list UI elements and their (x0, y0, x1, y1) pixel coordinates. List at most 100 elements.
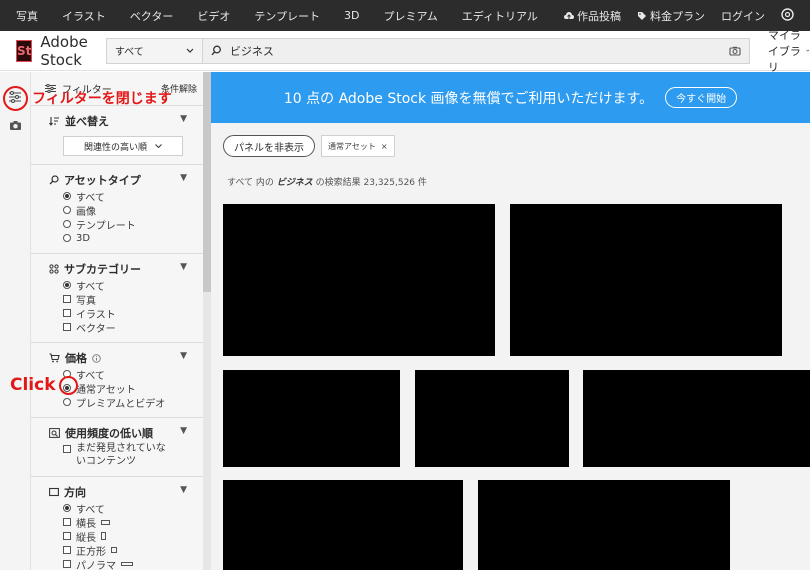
asset-type-option-images[interactable]: 画像 (49, 203, 203, 218)
subcategory-option-illustrations[interactable]: イラスト (49, 306, 203, 321)
usage-title: 使用頻度の低い順 (65, 427, 153, 440)
result-thumbnail[interactable] (415, 370, 569, 467)
adobe-stock-logo[interactable]: St (16, 39, 33, 62)
chevron-down-icon[interactable]: ▼ (180, 262, 187, 272)
checkbox[interactable] (63, 323, 71, 331)
nav-3d[interactable]: 3D (332, 9, 371, 22)
my-library-menu[interactable]: マイライブラリ (768, 27, 810, 75)
price-title: 価格 (65, 352, 87, 365)
brand-name[interactable]: Adobe Stock (40, 33, 87, 69)
chevron-down-icon[interactable]: ▼ (180, 426, 187, 436)
asset-type-section: アセットタイプ ▼ すべて 画像 テンプレート 3D (31, 165, 203, 254)
orientation-section: 方向 ▼ すべて 横長 縦長 正方形 パノラマ (31, 477, 203, 570)
header: St Adobe Stock すべて ビジネス マイライブラリ (0, 29, 810, 74)
result-thumbnail[interactable] (510, 204, 782, 356)
option-label: 横長 (76, 518, 96, 530)
checkbox[interactable] (63, 445, 71, 453)
radio-button[interactable] (63, 192, 71, 200)
orientation-option-square[interactable]: 正方形 (49, 543, 203, 558)
checkbox[interactable] (63, 295, 71, 303)
option-label: 写真 (76, 295, 96, 307)
sort-title: 並べ替え (65, 115, 109, 128)
info-icon[interactable] (92, 353, 101, 363)
free-trial-banner: 10 点の Adobe Stock 画像を無償でご利用いただけます。 今すぐ開始 (211, 72, 810, 123)
asset-type-option-all[interactable]: すべて (49, 189, 203, 204)
orientation-option-landscape[interactable]: 横長 (49, 515, 203, 530)
chevron-down-icon (806, 49, 810, 52)
result-thumbnail[interactable] (223, 370, 400, 467)
radio-button[interactable] (63, 504, 71, 512)
filter-scrollbar[interactable] (203, 72, 211, 570)
orientation-option-portrait[interactable]: 縦長 (49, 529, 203, 544)
checkbox[interactable] (63, 546, 71, 554)
filter-panel: フィルター 条件解除 並べ替え ▼ 関連性の高い順 アセットタイプ ▼ すべて … (31, 72, 211, 570)
close-icon[interactable]: × (381, 142, 388, 151)
camera-search-icon[interactable] (729, 46, 741, 56)
sort-icon (49, 117, 59, 126)
asset-type-option-3d[interactable]: 3D (49, 231, 203, 245)
visual-search-button[interactable] (4, 114, 26, 136)
nav-pricing-label: 料金プラン (650, 9, 705, 23)
search-input[interactable]: ビジネス (201, 37, 750, 64)
hide-panel-button[interactable]: パネルを非表示 (223, 135, 315, 157)
nav-templates[interactable]: テンプレート (242, 8, 332, 24)
radio-button[interactable] (63, 398, 71, 406)
option-label: イラスト (76, 309, 116, 321)
orientation-option-panorama[interactable]: パノラマ (49, 557, 203, 570)
nav-photos[interactable]: 写真 (4, 8, 50, 24)
option-label-line2: いコンテンツ (76, 456, 136, 467)
chevron-down-icon[interactable]: ▼ (180, 485, 187, 495)
orientation-option-all[interactable]: すべて (49, 501, 203, 516)
usage-option-undiscovered[interactable]: まだ発見されていな いコンテンツ (49, 442, 203, 468)
results-area: 10 点の Adobe Stock 画像を無償でご利用いただけます。 今すぐ開始… (211, 72, 810, 570)
nav-login[interactable]: ログイン (713, 8, 773, 24)
nav-contribute[interactable]: 作品投稿 (556, 8, 629, 24)
landscape-icon (101, 519, 110, 525)
subcategory-option-all[interactable]: すべて (49, 278, 203, 293)
radio-button[interactable] (63, 234, 71, 242)
chevron-down-icon[interactable]: ▼ (180, 351, 187, 361)
subcategory-option-vectors[interactable]: ベクター (49, 320, 203, 335)
checkbox[interactable] (63, 518, 71, 526)
result-thumbnail[interactable] (223, 204, 495, 356)
radio-button[interactable] (63, 281, 71, 289)
asset-type-select[interactable]: すべて (105, 37, 202, 64)
option-label: 正方形 (76, 546, 106, 558)
checkbox[interactable] (63, 532, 71, 540)
square-icon (111, 547, 117, 553)
sort-select[interactable]: 関連性の高い順 (63, 136, 183, 156)
asset-type-option-templates[interactable]: テンプレート (49, 217, 203, 232)
asset-type-value: すべて (114, 47, 144, 58)
nav-premium[interactable]: プレミアム (371, 8, 449, 24)
subcategory-option-photos[interactable]: 写真 (49, 292, 203, 307)
search-bar: すべて ビジネス (105, 37, 750, 64)
option-label: 通常アセット (76, 384, 136, 396)
chevron-down-icon[interactable]: ▼ (180, 114, 187, 124)
nav-pricing[interactable]: 料金プラン (629, 8, 713, 24)
result-thumbnail[interactable] (223, 480, 463, 570)
result-thumbnail[interactable] (478, 480, 730, 570)
creative-cloud-icon (781, 7, 794, 21)
asset-type-title: アセットタイプ (64, 174, 141, 187)
radio-button[interactable] (63, 220, 71, 228)
option-label: プレミアムとビデオ (76, 398, 166, 410)
nav-illustrations[interactable]: イラスト (50, 8, 118, 24)
chevron-down-icon[interactable]: ▼ (180, 173, 187, 183)
results-suffix: の検索結果 23,325,526 件 (315, 178, 427, 188)
start-now-button[interactable]: 今すぐ開始 (665, 87, 738, 108)
result-thumbnail[interactable] (583, 370, 810, 467)
nav-videos[interactable]: ビデオ (185, 8, 242, 24)
scrollbar-thumb[interactable] (203, 72, 211, 292)
option-label: ベクター (76, 323, 116, 335)
nav-editorial[interactable]: エディトリアル (450, 8, 550, 24)
price-option-premium-video[interactable]: プレミアムとビデオ (49, 395, 203, 410)
search-icon (211, 45, 221, 56)
checkbox[interactable] (63, 309, 71, 317)
filter-chip-standard: 通常アセット × (321, 135, 395, 157)
nav-vectors[interactable]: ベクター (118, 8, 186, 24)
option-label: テンプレート (76, 220, 136, 232)
radio-button[interactable] (63, 206, 71, 214)
checkbox[interactable] (63, 560, 71, 568)
results-prefix: すべて 内の (227, 178, 274, 188)
creative-cloud-button[interactable] (773, 7, 802, 24)
